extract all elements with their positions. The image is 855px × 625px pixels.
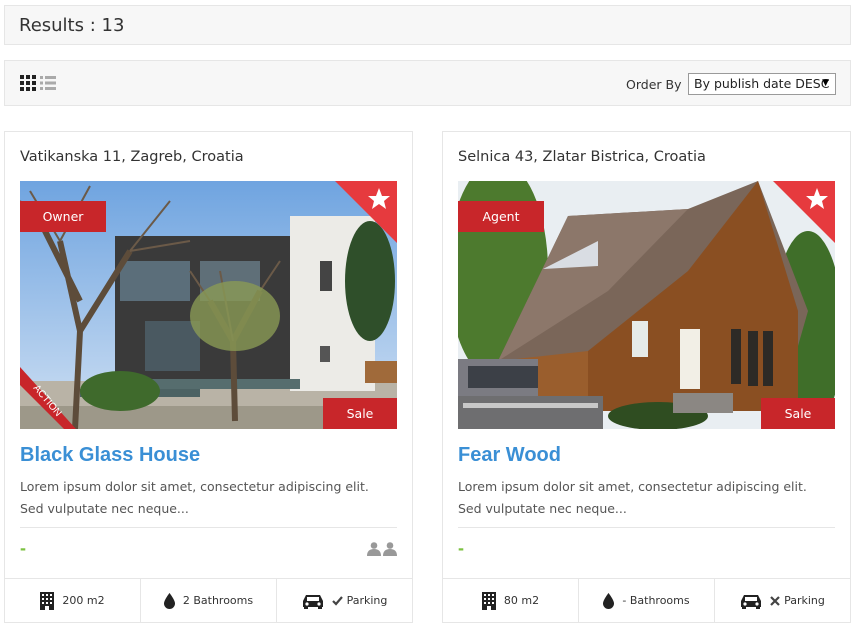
feature-parking-value: Parking (784, 594, 825, 607)
divider (20, 527, 397, 528)
sale-badge: Sale (761, 398, 835, 429)
check-icon (331, 595, 343, 606)
agents-icon[interactable] (367, 542, 397, 556)
chevron-down-icon: ▼ (822, 78, 829, 88)
property-photo[interactable]: Agent Sale (458, 181, 835, 429)
water-drop-icon (163, 592, 175, 609)
results-count: Results : 13 (19, 15, 125, 36)
car-icon (302, 594, 323, 609)
property-photo[interactable]: Owner Sale ACTION (20, 181, 397, 429)
feature-area: 80 m2 (443, 579, 579, 622)
favorite-star-icon[interactable] (335, 181, 397, 243)
feature-bathrooms: 2 Bathrooms (141, 579, 277, 622)
property-card: Vatikanska 11, Zagreb, Croatia Owner Sal… (4, 131, 413, 623)
divider (458, 527, 835, 528)
owner-badge: Owner (20, 201, 106, 232)
building-icon (481, 591, 496, 610)
feature-area: 200 m2 (5, 579, 141, 622)
feature-bar: 80 m2 - Bathrooms Parking (443, 578, 850, 622)
building-icon (40, 591, 55, 610)
feature-bathrooms: - Bathrooms (579, 579, 715, 622)
property-price: - (458, 538, 464, 558)
feature-area-value: 80 m2 (503, 594, 540, 607)
sale-badge: Sale (323, 398, 397, 429)
property-description: Lorem ipsum dolor sit amet, consectetur … (20, 479, 369, 516)
car-icon (741, 594, 762, 609)
feature-area-value: 200 m2 (62, 594, 105, 607)
property-title[interactable]: Black Glass House (20, 444, 200, 467)
grid-view-icon[interactable] (20, 75, 36, 91)
action-ribbon-label: ACTION (31, 383, 64, 419)
favorite-star-icon[interactable] (773, 181, 835, 243)
property-price: - (20, 538, 26, 558)
feature-parking: Parking (715, 579, 850, 622)
feature-bathrooms-value: - Bathrooms (622, 594, 690, 607)
order-by-value: By publish date DESC (694, 76, 830, 91)
feature-parking-value: Parking (346, 594, 388, 607)
results-bar: Results : 13 (4, 5, 851, 45)
order-by-label: Order By (626, 77, 682, 92)
cross-icon (770, 595, 780, 606)
feature-parking: Parking (277, 579, 412, 622)
feature-bathrooms-value: 2 Bathrooms (182, 594, 254, 607)
list-view-icon[interactable] (40, 75, 56, 91)
property-title[interactable]: Fear Wood (458, 444, 561, 467)
water-drop-icon (603, 592, 615, 609)
action-ribbon: ACTION (20, 367, 76, 429)
property-address: Selnica 43, Zlatar Bistrica, Croatia (458, 149, 706, 165)
property-address: Vatikanska 11, Zagreb, Croatia (20, 149, 244, 165)
feature-bar: 200 m2 2 Bathrooms Parking (5, 578, 412, 622)
property-description: Lorem ipsum dolor sit amet, consectetur … (458, 479, 807, 516)
order-by-select[interactable]: By publish date DESC ▼ (688, 73, 836, 95)
toolbar: Order By By publish date DESC ▼ (4, 60, 851, 106)
agent-badge: Agent (458, 201, 544, 232)
property-card: Selnica 43, Zlatar Bistrica, Croatia Age… (442, 131, 851, 623)
